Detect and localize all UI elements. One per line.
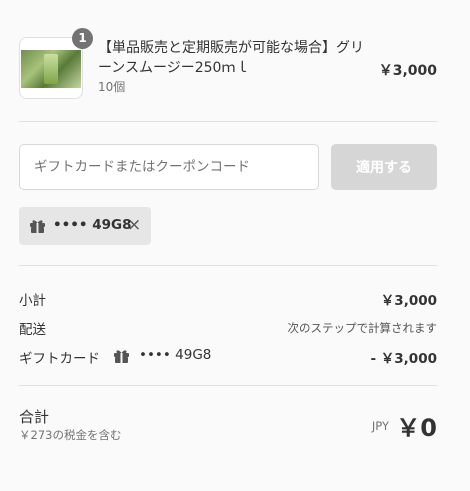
giftcard-code: •••• 49G8: [53, 217, 132, 233]
gift-icon: [113, 348, 130, 368]
subtotal-row: 小計 ￥3,000: [19, 289, 437, 309]
shipping-value: 次のステップで計算されます: [287, 321, 438, 335]
total-value: ￥0: [396, 414, 437, 442]
cost-summary: 小計 ￥3,000 配送 次のステップで計算されます ギフトカード •••• 4…: [19, 266, 437, 386]
discount-code-input[interactable]: [19, 144, 319, 190]
smoothie-glass-image: [44, 54, 58, 84]
tax-note: ￥273の税金を含む: [19, 428, 122, 442]
gift-icon: [29, 218, 46, 238]
subtotal-label: 小計: [19, 293, 46, 309]
product-name: 【単品販売と定期販売が可能な場合】グリーンスムージー250ｍｌ: [98, 40, 364, 76]
giftcard-label: ギフトカード: [19, 351, 100, 367]
applied-giftcard-tag: •••• 49G8 ×: [19, 207, 151, 245]
giftcard-row: ギフトカード •••• 49G8 - ￥3,000: [19, 347, 437, 367]
discount-section: 適用する •••• 49G8 ×: [19, 122, 437, 266]
product-price: ￥3,000: [378, 63, 437, 79]
quantity-badge: 1: [72, 28, 93, 49]
shipping-row: 配送 次のステップで計算されます: [19, 318, 437, 338]
product-variant: 10個: [98, 80, 126, 94]
shipping-label: 配送: [19, 322, 46, 338]
apply-button[interactable]: 適用する: [331, 144, 437, 190]
giftcard-code-summary: •••• 49G8: [139, 347, 212, 363]
product-thumbnail: [19, 37, 83, 99]
currency-code: JPY: [371, 419, 389, 433]
total-section: 合計 ￥273の税金を含む JPY ￥0: [19, 386, 437, 456]
total-label: 合計: [19, 408, 50, 426]
giftcard-value: - ￥3,000: [370, 351, 437, 367]
subtotal-value: ￥3,000: [380, 293, 437, 309]
order-summary: 1 【単品販売と定期販売が可能な場合】グリーンスムージー250ｍｌ 10個 ￥3…: [19, 0, 437, 456]
product-line-item: 1 【単品販売と定期販売が可能な場合】グリーンスムージー250ｍｌ 10個 ￥3…: [19, 0, 437, 122]
close-icon[interactable]: ×: [127, 216, 141, 234]
